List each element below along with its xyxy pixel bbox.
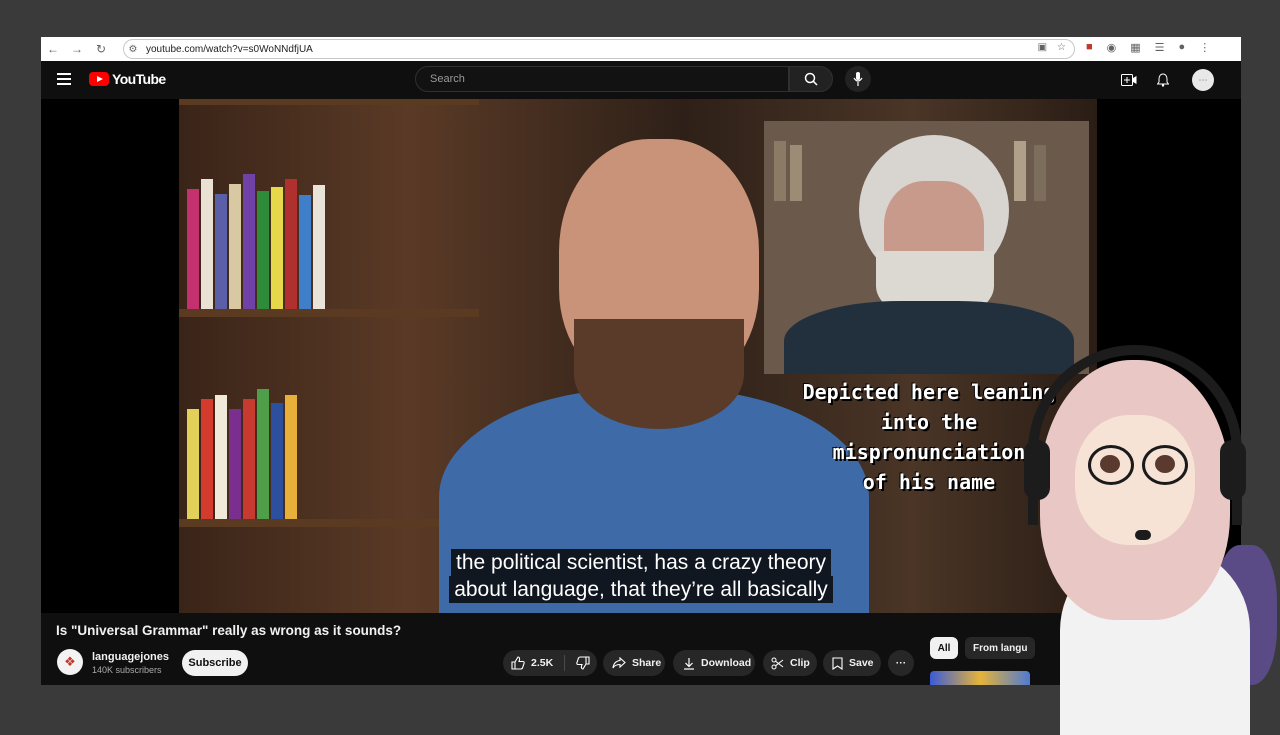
- url-field[interactable]: ⚙ youtube.com/watch?v=s0WoNNdfjUA ▣ ☆: [123, 39, 1075, 59]
- channel-subscriber-count: 140K subscribers: [92, 665, 162, 675]
- like-count[interactable]: 2.5K: [531, 657, 553, 669]
- caption-line-1: the political scientist, has a crazy the…: [450, 549, 831, 576]
- site-info-icon[interactable]: ⚙: [124, 44, 142, 55]
- like-dislike-group: 2.5K: [503, 650, 597, 676]
- youtube-logo[interactable]: YouTube: [89, 71, 166, 87]
- thumbs-up-icon[interactable]: [511, 656, 525, 670]
- headset-mic: [1135, 530, 1151, 540]
- youtube-logo-text: YouTube: [112, 71, 166, 87]
- notifications-bell-icon[interactable]: [1153, 70, 1173, 90]
- inset-video: [764, 121, 1089, 374]
- save-button[interactable]: Save: [823, 650, 881, 676]
- save-label: Save: [849, 657, 874, 669]
- channel-avatar[interactable]: ❖: [57, 649, 83, 675]
- headset-left-ear: [1024, 440, 1050, 500]
- search-button[interactable]: [789, 66, 833, 92]
- recommended-video-thumbnail[interactable]: [930, 671, 1030, 685]
- bookmark-star-icon[interactable]: ☆: [1057, 42, 1066, 53]
- video-title: Is "Universal Grammar" really as wrong a…: [56, 623, 402, 638]
- channel-name[interactable]: languagejones: [92, 651, 169, 663]
- chip-all[interactable]: All: [930, 637, 958, 659]
- forward-icon[interactable]: →: [65, 37, 89, 61]
- caption-line-2: about language, that they’re all basical…: [449, 576, 833, 603]
- kebab-menu-icon[interactable]: ⋮: [1199, 41, 1210, 54]
- like-divider: [564, 655, 566, 671]
- headset-right-ear: [1220, 440, 1246, 500]
- extension-icon[interactable]: ■: [1086, 41, 1093, 54]
- clip-button[interactable]: Clip: [763, 650, 817, 676]
- cast-icon[interactable]: ▣: [1038, 42, 1047, 53]
- share-icon: [612, 657, 626, 669]
- clip-label: Clip: [790, 657, 810, 669]
- microphone-icon: [853, 72, 863, 86]
- youtube-header: YouTube Search ⋯: [41, 61, 1241, 99]
- url-text[interactable]: youtube.com/watch?v=s0WoNNdfjUA: [146, 44, 313, 55]
- presenter-beard: [574, 319, 744, 429]
- more-icon: ···: [895, 657, 907, 669]
- camera-icon[interactable]: ◉: [1107, 41, 1117, 54]
- search-input[interactable]: [428, 72, 788, 86]
- youtube-play-logo-icon: [89, 72, 109, 86]
- profile-icon[interactable]: ●: [1179, 41, 1186, 54]
- share-button[interactable]: Share: [603, 650, 665, 676]
- puzzle-icon[interactable]: ▦: [1130, 41, 1140, 54]
- download-button[interactable]: Download: [673, 650, 755, 676]
- voice-search-button[interactable]: [845, 66, 871, 92]
- thumbs-down-icon[interactable]: [576, 656, 590, 670]
- search-icon: [804, 72, 818, 86]
- tab-search-icon[interactable]: ☰: [1155, 41, 1165, 54]
- back-icon[interactable]: ←: [41, 37, 65, 61]
- more-actions-button[interactable]: ···: [888, 650, 914, 676]
- download-icon: [684, 657, 694, 670]
- save-playlist-icon: [832, 656, 843, 670]
- download-label: Download: [701, 657, 752, 669]
- address-bar: ← → ↻ ⚙ youtube.com/watch?v=s0WoNNdfjUA …: [41, 37, 1241, 62]
- subscribe-button[interactable]: Subscribe: [182, 650, 248, 676]
- search-box: [415, 66, 789, 92]
- scissors-icon: [771, 657, 784, 669]
- hamburger-menu-icon[interactable]: [57, 73, 71, 85]
- vtuber-avatar-overlay: [1020, 345, 1280, 735]
- video-frame[interactable]: Depicted here leaning into the mispronun…: [179, 99, 1097, 613]
- create-video-icon[interactable]: [1119, 70, 1139, 90]
- share-label: Share: [632, 657, 662, 669]
- account-avatar[interactable]: ⋯: [1192, 69, 1214, 91]
- reload-icon[interactable]: ↻: [89, 37, 113, 61]
- headset-icon: [1028, 345, 1242, 525]
